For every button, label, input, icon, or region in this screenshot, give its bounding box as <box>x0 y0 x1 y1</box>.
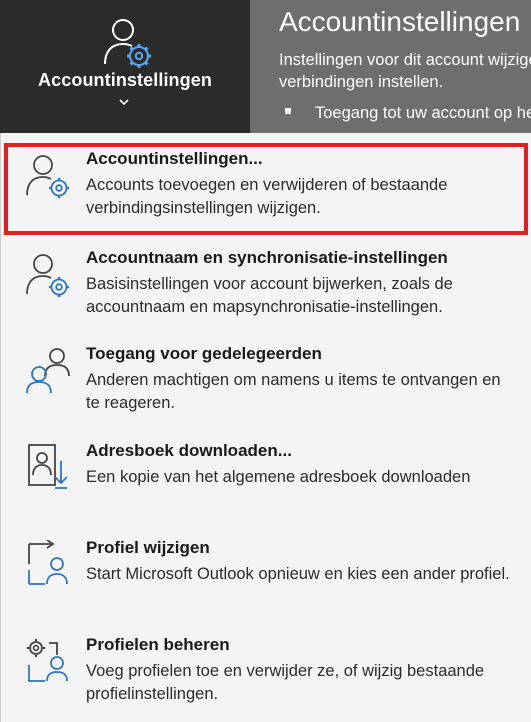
menu-item-change-profile[interactable]: Profiel wijzigen Start Microsoft Outlook… <box>1 538 531 618</box>
delegate-people-icon <box>26 348 70 394</box>
account-info-panel: Accountinstellingen Instellingen voor di… <box>250 0 531 133</box>
menu-item-description: Een kopie van het algemene adresboek dow… <box>86 468 471 486</box>
menu-item-title: Accountnaam en synchronisatie-instelling… <box>86 248 448 267</box>
web-access-link[interactable]: Toegang tot uw account op het web <box>285 104 531 123</box>
menu-item-title: Adresboek downloaden... <box>86 441 292 460</box>
account-settings-button-label: Accountinstellingen <box>38 70 212 90</box>
menu-item-title: Accountinstellingen... <box>86 149 263 168</box>
address-book-download-icon <box>28 444 68 489</box>
menu-item-account-name-sync[interactable]: Accountnaam en synchronisatie-instelling… <box>1 248 531 328</box>
switch-profile-icon <box>28 540 68 585</box>
menu-item-title: Profielen beheren <box>86 635 230 654</box>
menu-item-title: Toegang voor gedelegeerden <box>86 344 322 363</box>
person-gear-icon <box>26 155 69 198</box>
menu-item-description: Voeg profielen toe en verwijder ze, of w… <box>86 662 485 703</box>
manage-profiles-icon <box>27 639 68 682</box>
menu-item-title: Profiel wijzigen <box>86 538 210 557</box>
menu-item-description: Start Microsoft Outlook opnieuw en kies … <box>86 565 510 583</box>
menu-item-description: Accounts toevoegen en verwijderen of bes… <box>86 176 448 217</box>
menu-item-account-settings[interactable]: Accountinstellingen... Accounts toevoege… <box>1 149 531 229</box>
menu-item-download-address-book[interactable]: Adresboek downloaden... Een kopie van he… <box>1 441 531 521</box>
menu-item-description: Anderen machtigen om namens u items te o… <box>86 371 501 412</box>
account-settings-menu: Accountinstellingen... Accounts toevoege… <box>0 133 531 722</box>
menu-item-delegate-access[interactable]: Toegang voor gedelegeerden Anderen macht… <box>1 344 531 424</box>
account-settings-dropdown-button[interactable]: Accountinstellingen <box>0 0 250 133</box>
chevron-down-icon <box>119 99 129 106</box>
menu-item-manage-profiles[interactable]: Profielen beheren Voeg profielen toe en … <box>1 635 531 715</box>
menu-item-description: Basisinstellingen voor account bijwerken… <box>86 275 453 316</box>
person-gear-icon <box>104 19 151 68</box>
person-gear-icon <box>26 254 69 297</box>
panel-title: Accountinstellingen <box>279 6 521 37</box>
panel-description: Instellingen voor dit account wijzigen o… <box>279 51 531 91</box>
backstage-header: Accountinstellingen Accountinstellingen … <box>0 0 531 133</box>
bullet-icon <box>285 107 291 114</box>
